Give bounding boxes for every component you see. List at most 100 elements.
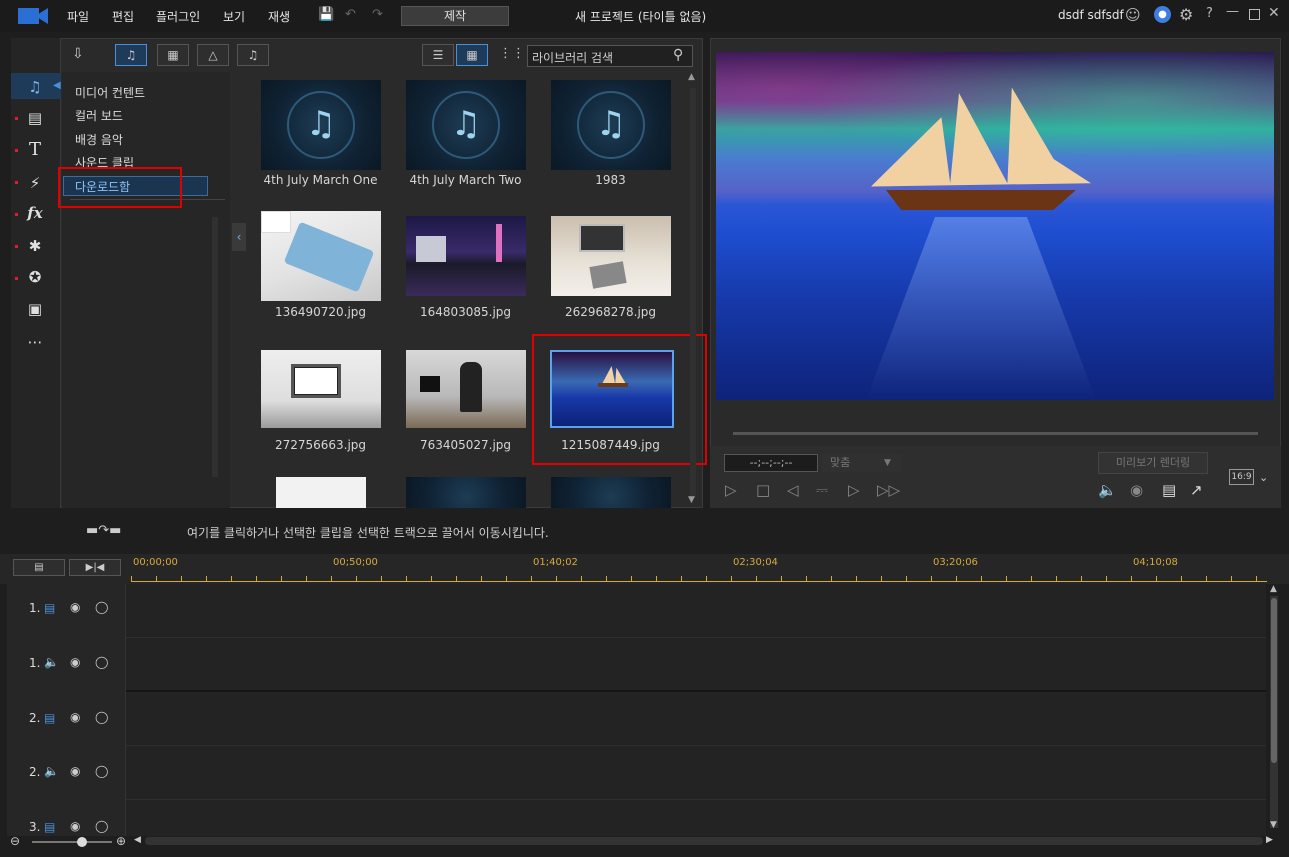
search-icon[interactable]: ⚲: [673, 47, 683, 63]
preview-render-button[interactable]: 미리보기 렌더링: [1098, 452, 1208, 474]
menu-plugins[interactable]: 플러그인: [156, 8, 200, 25]
media-item-thumb[interactable]: [406, 477, 526, 508]
lock-icon[interactable]: ◯: [95, 600, 108, 614]
more-icon[interactable]: ⋯: [24, 332, 46, 352]
scroll-up-icon[interactable]: ▲: [1270, 584, 1277, 594]
stop-icon[interactable]: □: [756, 481, 770, 499]
media-item-thumb[interactable]: ♫: [261, 80, 381, 170]
scroll-right-icon[interactable]: ▶: [1266, 835, 1273, 845]
menu-edit[interactable]: 편집: [112, 8, 134, 25]
play-icon[interactable]: ▷: [725, 481, 737, 499]
scroll-left-icon[interactable]: ◀: [134, 835, 141, 845]
eye-icon[interactable]: ◉: [70, 764, 80, 778]
fit-dropdown[interactable]: 맞춤 ▼: [822, 454, 902, 472]
import-icon[interactable]: ⇩: [72, 46, 84, 62]
subtitle-icon[interactable]: ▤: [1162, 481, 1176, 499]
zoom-slider[interactable]: [32, 841, 112, 843]
template-room-icon[interactable]: ▤: [24, 108, 46, 128]
lock-icon[interactable]: ◯: [95, 655, 108, 669]
grid-scrollbar[interactable]: [690, 88, 696, 498]
lock-icon[interactable]: ◯: [95, 819, 108, 833]
time-ruler[interactable]: [131, 570, 1267, 582]
undo-icon[interactable]: ↶: [345, 7, 356, 22]
notification-icon[interactable]: ●: [1154, 6, 1171, 23]
chevron-down-icon[interactable]: ⌄: [1259, 471, 1268, 484]
timeline-scroll-thumb[interactable]: [1271, 598, 1277, 763]
scroll-up-icon[interactable]: ▲: [688, 72, 695, 82]
produce-button[interactable]: 제작: [401, 6, 509, 26]
collapse-panel-button[interactable]: ‹: [232, 223, 246, 251]
track-manager-button[interactable]: ▤: [13, 559, 65, 576]
audio-filter-icon: ♫: [247, 48, 259, 62]
snapshot-icon[interactable]: ◉: [1130, 481, 1143, 499]
filter-video-button[interactable]: ▦: [157, 44, 189, 66]
category-scrollbar[interactable]: [212, 217, 218, 477]
subtitle-room-icon[interactable]: ▣: [24, 299, 46, 319]
search-box[interactable]: 라이브러리 검색 ⚲: [527, 45, 693, 67]
menu-view[interactable]: 보기: [223, 8, 245, 25]
transition-room-icon[interactable]: ⚡: [24, 173, 46, 193]
scroll-down-icon[interactable]: ▼: [688, 495, 695, 505]
sort-icon[interactable]: ⋮⋮: [499, 46, 525, 61]
menu-play[interactable]: 재생: [268, 8, 290, 25]
settings-icon[interactable]: ⚙: [1179, 5, 1193, 24]
redo-icon[interactable]: ↷: [372, 7, 383, 22]
media-item-thumb[interactable]: [261, 350, 381, 428]
preview-seekbar[interactable]: [733, 432, 1258, 435]
fit-timeline-button[interactable]: ▶|◀: [69, 559, 121, 576]
title-room-icon[interactable]: T: [24, 140, 46, 160]
zoom-out-icon[interactable]: ⊖: [10, 834, 20, 848]
filter-image-button[interactable]: △: [197, 44, 229, 66]
zoom-in-icon[interactable]: ⊕: [116, 834, 126, 848]
media-item-thumb[interactable]: ♫: [406, 80, 526, 170]
close-icon[interactable]: ✕: [1268, 5, 1280, 21]
scroll-down-icon[interactable]: ▼: [1270, 820, 1277, 830]
account-icon[interactable]: ☺: [1125, 6, 1141, 24]
timeline-mode-icon[interactable]: ▬↷▬: [86, 523, 121, 538]
particle-room-icon[interactable]: ✪: [24, 267, 46, 287]
save-icon[interactable]: 💾: [318, 7, 334, 22]
category-color-board[interactable]: 컬러 보드: [75, 107, 123, 124]
lock-icon[interactable]: ◯: [95, 710, 108, 724]
zoom-slider-thumb[interactable]: [77, 837, 87, 847]
help-icon[interactable]: ?: [1206, 6, 1213, 21]
media-item-thumb[interactable]: [261, 211, 381, 301]
fx-room-icon[interactable]: fx: [24, 203, 46, 223]
category-media-content[interactable]: 미디어 컨텐트: [75, 84, 145, 101]
eye-icon[interactable]: ◉: [70, 710, 80, 724]
hint-text[interactable]: 여기를 클릭하거나 선택한 클립을 선택한 트랙으로 끌어서 이동시킵니다.: [187, 524, 549, 541]
minimize-icon[interactable]: —: [1226, 4, 1239, 19]
volume-icon[interactable]: 🔈: [1098, 481, 1117, 499]
fast-forward-icon[interactable]: ▷▷: [877, 481, 900, 499]
eye-icon[interactable]: ◉: [70, 819, 80, 833]
category-background-music[interactable]: 배경 음악: [75, 131, 123, 148]
media-item-thumb[interactable]: [406, 350, 526, 428]
split-icon[interactable]: ⎓: [816, 481, 828, 499]
undock-icon[interactable]: ↗: [1190, 481, 1203, 499]
media-item-label: 1983: [595, 173, 626, 187]
pip-room-icon[interactable]: ✱: [24, 236, 46, 256]
list-view-button[interactable]: ☰: [422, 44, 454, 66]
next-frame-icon[interactable]: ▷: [848, 481, 860, 499]
maximize-icon[interactable]: [1249, 9, 1260, 20]
eye-icon[interactable]: ◉: [70, 655, 80, 669]
media-item-thumb[interactable]: [276, 477, 366, 508]
media-room-icon[interactable]: ♫: [24, 77, 46, 97]
filter-audio-button[interactable]: ♫: [237, 44, 269, 66]
timecode-field[interactable]: --;--;--;--: [724, 454, 818, 472]
user-name[interactable]: dsdf sdfsdf: [1058, 8, 1124, 22]
filter-media-button[interactable]: ♫: [115, 44, 147, 66]
aspect-ratio-button[interactable]: 16:9: [1229, 469, 1254, 485]
lock-icon[interactable]: ◯: [95, 764, 108, 778]
media-item-thumb[interactable]: [551, 216, 671, 296]
ship-hull: [886, 190, 1076, 210]
eye-icon[interactable]: ◉: [70, 600, 80, 614]
menu-file[interactable]: 파일: [67, 8, 89, 25]
previous-frame-icon[interactable]: ◁: [787, 481, 799, 499]
media-item-thumb[interactable]: [551, 477, 671, 508]
media-item-thumb[interactable]: [406, 216, 526, 296]
media-item-thumb[interactable]: ♫: [551, 80, 671, 170]
media-item-label: 4th July March One: [263, 173, 378, 187]
timeline-horizontal-scrollbar[interactable]: [145, 837, 1263, 845]
grid-view-button[interactable]: ▦: [456, 44, 488, 66]
